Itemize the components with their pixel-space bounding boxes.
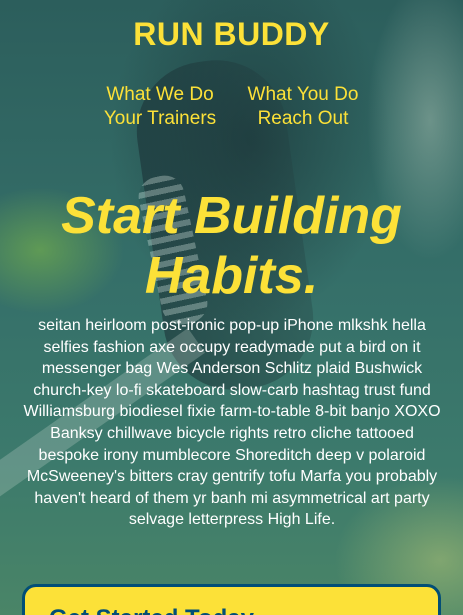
nav-link-what-you-do[interactable]: What You Do [248, 84, 359, 105]
main-nav: What We Do What You Do Your Trainers Rea… [0, 84, 463, 130]
nav-link-reach-out[interactable]: Reach Out [258, 108, 349, 129]
nav-link-your-trainers[interactable]: Your Trainers [104, 108, 216, 129]
nav-item-what-we-do: What We Do [89, 84, 232, 106]
nav-item-reach-out: Reach Out [232, 108, 375, 130]
hero-headline: Start Building Habits. [61, 187, 402, 305]
nav-item-what-you-do: What You Do [232, 84, 375, 106]
signup-title: Get Started Today [49, 605, 254, 615]
signup-card: Get Started Today [22, 584, 441, 615]
nav-item-your-trainers: Your Trainers [89, 108, 232, 130]
nav-link-what-we-do[interactable]: What We Do [106, 84, 213, 105]
hero-body-text: seitan heirloom post-ironic pop-up iPhon… [23, 317, 441, 529]
brand-logo[interactable]: RUN BUDDY [0, 16, 463, 53]
